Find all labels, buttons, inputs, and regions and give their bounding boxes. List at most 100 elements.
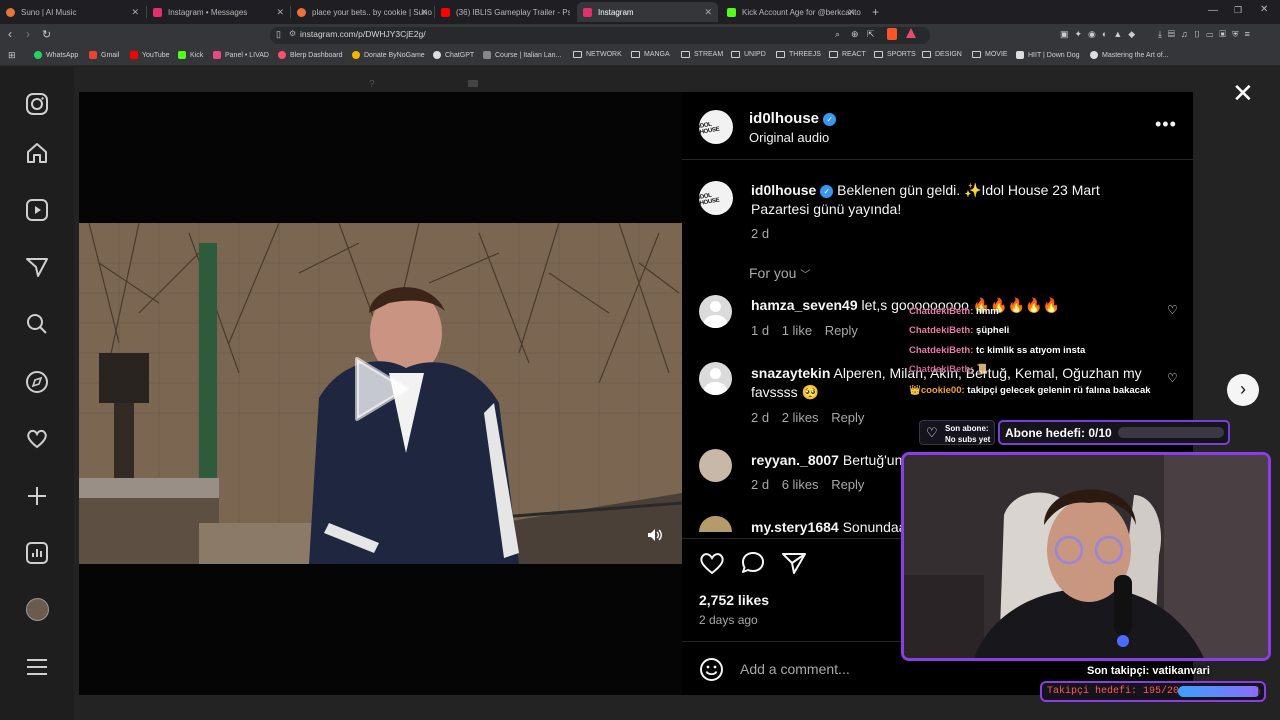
- toolbar-icons[interactable]: ⤓▤♫▯▭▣⛨≡: [1158, 29, 1256, 40]
- instagram-logo-icon[interactable]: [24, 91, 50, 117]
- more-options-icon[interactable]: •••: [1155, 114, 1177, 135]
- comment-likes[interactable]: 6 likes: [782, 477, 819, 492]
- verified-badge-icon: ✓: [823, 112, 837, 126]
- comment-avatar-mystery[interactable]: [699, 516, 732, 532]
- site-info-icon[interactable]: ⚙: [289, 29, 296, 38]
- profile-avatar[interactable]: [26, 598, 49, 621]
- bookmark-folder-react[interactable]: REACT: [829, 51, 866, 58]
- comment-username[interactable]: hamza_seven49: [751, 297, 858, 313]
- new-tab-button[interactable]: +: [866, 2, 882, 22]
- apps-grid-icon[interactable]: ⊞: [8, 50, 16, 61]
- tab-instagram-messages[interactable]: Instagram • Messages ✕: [147, 2, 290, 22]
- comment-username[interactable]: snazaytekin: [751, 365, 830, 381]
- extensions-icons[interactable]: ▣✦◉◐▲◆: [1060, 29, 1141, 40]
- explore-icon[interactable]: [24, 369, 50, 395]
- add-comment-input[interactable]: Add a comment...: [740, 661, 850, 677]
- back-icon[interactable]: ‹: [8, 27, 12, 41]
- tab-suno[interactable]: Suno | AI Music ✕: [0, 2, 145, 22]
- kick-icon: [178, 51, 186, 59]
- bookmark-hiit[interactable]: HIIT | Down Dog: [1016, 51, 1080, 59]
- play-icon[interactable]: [349, 353, 413, 425]
- comment-likes[interactable]: 2 likes: [782, 410, 819, 425]
- tab-instagram[interactable]: Instagram ✕: [577, 2, 718, 22]
- bookmark-chatgpt[interactable]: ChatGPT: [433, 51, 474, 59]
- comment-avatar-default[interactable]: [699, 295, 732, 328]
- bookmark-mastering[interactable]: Mastering the Art of...: [1090, 51, 1169, 59]
- zoom-icon[interactable]: ⊕: [851, 29, 859, 40]
- bookmark-course[interactable]: Course | Italian Lan...: [483, 51, 561, 59]
- brave-shield-icon[interactable]: [887, 28, 897, 40]
- bookmark-folder-manga[interactable]: MANGA: [631, 51, 670, 58]
- notifications-heart-icon[interactable]: [24, 425, 50, 451]
- maximize-icon[interactable]: ❐: [1234, 5, 1242, 16]
- minimize-icon[interactable]: —: [1208, 5, 1218, 16]
- bookmark-folder-network[interactable]: NETWORK: [573, 51, 622, 58]
- comment-username[interactable]: reyyan._8007: [751, 452, 839, 468]
- bookmark-folder-sports[interactable]: SPORTS: [874, 51, 916, 58]
- rewards-icon[interactable]: [906, 28, 916, 38]
- original-audio-link[interactable]: Original audio: [749, 130, 829, 145]
- close-tab-icon[interactable]: ✕: [847, 7, 855, 18]
- menu-icon[interactable]: [24, 654, 50, 680]
- close-tab-icon[interactable]: ✕: [704, 7, 712, 18]
- author-avatar[interactable]: IDOL HOUSE: [699, 110, 733, 144]
- caption-author-username[interactable]: id0lhouse: [751, 182, 816, 198]
- bookmark-kick[interactable]: Kick: [178, 51, 203, 59]
- message-icon: [468, 80, 478, 87]
- bookmark-livad[interactable]: Panel • LIVAD: [213, 51, 269, 59]
- bookmark-whatsapp[interactable]: WhatsApp: [34, 51, 78, 59]
- post-author-username[interactable]: id0lhouse: [749, 110, 819, 127]
- comment-reply-button[interactable]: Reply: [825, 323, 858, 338]
- share-send-icon[interactable]: [781, 551, 807, 575]
- comment-username[interactable]: my.stery1684: [751, 519, 839, 535]
- comment-avatar-default[interactable]: [699, 362, 732, 395]
- bookmark-youtube[interactable]: YouTube: [130, 51, 170, 59]
- comment-bubble-icon[interactable]: [740, 551, 766, 575]
- close-window-icon[interactable]: ✕: [1260, 4, 1268, 15]
- bookmark-folder-movie[interactable]: MOVIE: [972, 51, 1008, 58]
- bookmark-folder-design[interactable]: DESIGN: [922, 51, 962, 58]
- comment-like-heart-icon[interactable]: ♡: [1167, 371, 1178, 385]
- idol-house-logo: IDOL HOUSE: [699, 121, 720, 136]
- bookmark-icon[interactable]: ▯: [276, 29, 281, 40]
- messages-icon[interactable]: [24, 254, 50, 280]
- dashboard-icon[interactable]: [24, 540, 50, 566]
- like-heart-icon[interactable]: [699, 551, 725, 575]
- video-frame[interactable]: [79, 223, 682, 564]
- comment-avatar-reyyan[interactable]: [699, 449, 732, 482]
- close-tab-icon[interactable]: ✕: [131, 7, 139, 18]
- create-plus-icon[interactable]: [24, 483, 50, 509]
- bookmark-gmail[interactable]: Gmail: [89, 51, 119, 59]
- forward-icon[interactable]: ›: [26, 27, 30, 41]
- share-icon[interactable]: ⇱: [867, 29, 875, 40]
- reels-icon[interactable]: [24, 197, 50, 223]
- comment-reply-button[interactable]: Reply: [831, 477, 864, 492]
- close-tab-icon[interactable]: ✕: [420, 7, 428, 18]
- reload-icon[interactable]: ↻: [42, 28, 51, 41]
- home-icon[interactable]: [24, 140, 50, 166]
- search-icon[interactable]: ⌕: [835, 29, 840, 40]
- comment-like-heart-icon[interactable]: ♡: [1167, 303, 1178, 317]
- stream-chat-message: 👑cookie00: takipçi gelecek gelenin rü fa…: [909, 385, 1151, 396]
- emoji-icon[interactable]: [699, 657, 724, 682]
- comment-likes[interactable]: 1 like: [782, 323, 812, 338]
- bookmark-blerp[interactable]: Blerp Dashboard: [278, 51, 343, 59]
- tab-kick[interactable]: Kick Account Age for @berkcantop... ✕: [721, 2, 861, 22]
- mute-speaker-icon[interactable]: [647, 528, 663, 542]
- bookmark-folder-threejs[interactable]: THREEJS: [776, 51, 821, 58]
- tab-suno-bets[interactable]: place your bets.. by cookie | Suno ✕: [291, 2, 434, 22]
- search-icon[interactable]: [24, 311, 50, 337]
- caption-author-avatar[interactable]: IDOL HOUSE: [699, 181, 733, 215]
- comment-meta-row: 2 d 6 likes Reply: [751, 477, 864, 492]
- next-post-button[interactable]: ›: [1227, 374, 1259, 406]
- bookmark-folder-unipd[interactable]: UNIPD: [731, 51, 766, 58]
- comment-reply-button[interactable]: Reply: [831, 410, 864, 425]
- bookmark-folder-stream[interactable]: STREAM: [681, 51, 723, 58]
- close-modal-icon[interactable]: ✕: [1232, 80, 1254, 106]
- close-tab-icon[interactable]: ✕: [276, 7, 284, 18]
- folder-icon: [972, 51, 981, 58]
- tab-youtube[interactable]: (36) IBLIS Gameplay Trailer - Psychol: [435, 2, 576, 22]
- likes-count[interactable]: 2,752 likes: [699, 592, 769, 608]
- comment-sort-dropdown[interactable]: For you ﹀: [749, 265, 810, 281]
- bookmark-bynogame[interactable]: Donate ByNoGame: [352, 51, 425, 59]
